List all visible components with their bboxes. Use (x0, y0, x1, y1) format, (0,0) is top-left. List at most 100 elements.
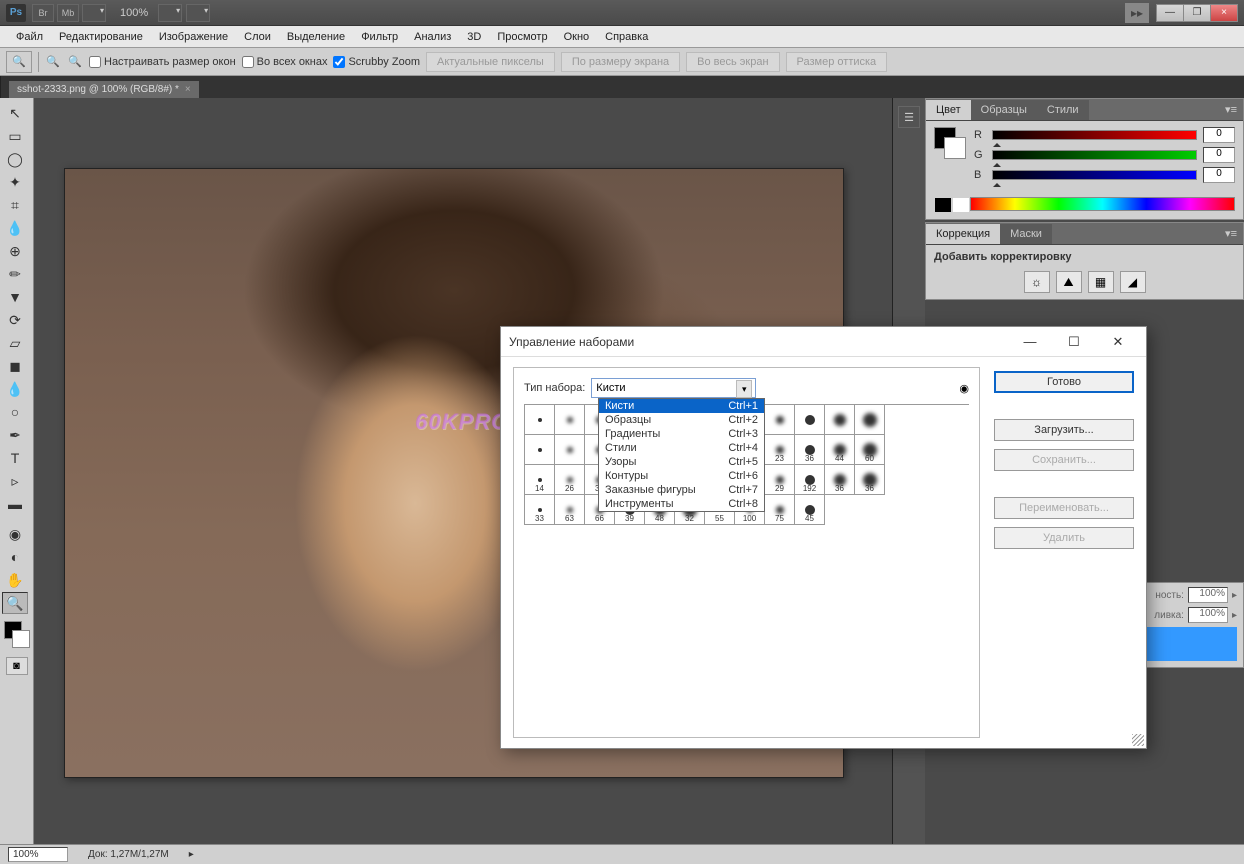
heal-tool[interactable]: ⊕ (2, 240, 28, 262)
tab-styles[interactable]: Стили (1037, 100, 1089, 120)
pen-tool[interactable]: ✒ (2, 424, 28, 446)
status-zoom-input[interactable]: 100% (8, 847, 68, 862)
type-tool[interactable]: T (2, 447, 28, 469)
dropdown-item-contours[interactable]: КонтурыCtrl+6 (599, 469, 764, 483)
menu-filter[interactable]: Фильтр (353, 28, 406, 46)
tab-swatches[interactable]: Образцы (971, 100, 1037, 120)
brush-preset[interactable] (525, 435, 555, 465)
brush-preset[interactable] (525, 405, 555, 435)
brush-preset[interactable]: 23 (765, 435, 795, 465)
print-size-button[interactable]: Размер оттиска (786, 52, 888, 72)
brush-preset[interactable]: 192 (795, 465, 825, 495)
actual-pixels-button[interactable]: Актуальные пикселы (426, 52, 555, 72)
maximize-button[interactable]: ❐ (1183, 4, 1211, 22)
menu-3d[interactable]: 3D (459, 28, 489, 46)
menu-edit[interactable]: Редактирование (51, 28, 151, 46)
menu-layers[interactable]: Слои (236, 28, 279, 46)
g-value-input[interactable]: 0 (1203, 147, 1235, 163)
menu-help[interactable]: Справка (597, 28, 656, 46)
brightness-icon[interactable]: ☼ (1024, 271, 1050, 293)
dialog-maximize-button[interactable]: ☐ (1054, 329, 1094, 355)
zoom-in-icon[interactable]: 🔍 (45, 53, 61, 71)
shape-tool[interactable]: ▬ (2, 493, 28, 515)
panel-menu-icon[interactable]: ▾≡ (1219, 103, 1243, 116)
brush-preset[interactable] (795, 405, 825, 435)
menu-window[interactable]: Окно (556, 28, 598, 46)
background-color-swatch[interactable] (12, 630, 30, 648)
brush-preset[interactable]: 29 (765, 465, 795, 495)
dropdown-item-swatches[interactable]: ОбразцыCtrl+2 (599, 413, 764, 427)
zoom-tool[interactable]: 🔍 (2, 592, 28, 614)
brush-preset[interactable]: 36 (855, 465, 885, 495)
dodge-tool[interactable]: ○ (2, 401, 28, 423)
marquee-tool[interactable]: ▭ (2, 125, 28, 147)
menu-image[interactable]: Изображение (151, 28, 236, 46)
lasso-tool[interactable]: ◯ (2, 148, 28, 170)
brush-preset[interactable] (765, 405, 795, 435)
dropdown-item-shapes[interactable]: Заказные фигурыCtrl+7 (599, 483, 764, 497)
levels-icon[interactable]: ⛰ (1056, 271, 1082, 293)
brush-preset[interactable]: 44 (825, 435, 855, 465)
brush-preset[interactable] (855, 405, 885, 435)
dropdown-item-brushes[interactable]: КистиCtrl+1 (599, 399, 764, 413)
scrubby-zoom-checkbox[interactable]: Scrubby Zoom (333, 56, 420, 68)
color-swatch-pair[interactable] (934, 127, 966, 159)
brush-tool[interactable]: ✏ (2, 263, 28, 285)
g-slider[interactable] (992, 150, 1197, 160)
eyedropper-tool[interactable]: 💧 (2, 217, 28, 239)
delete-button[interactable]: Удалить (994, 527, 1134, 549)
close-tab-icon[interactable]: × (185, 84, 191, 95)
eraser-tool[interactable]: ▱ (2, 332, 28, 354)
brush-preset[interactable] (555, 405, 585, 435)
load-button[interactable]: Загрузить... (994, 419, 1134, 441)
hand-tool[interactable]: ✋ (2, 569, 28, 591)
dropdown-item-styles[interactable]: СтилиCtrl+4 (599, 441, 764, 455)
brush-preset[interactable]: 60 (855, 435, 885, 465)
brush-preset[interactable]: 45 (795, 495, 825, 525)
stamp-tool[interactable]: ▼ (2, 286, 28, 308)
brush-preset[interactable]: 36 (795, 435, 825, 465)
minimize-button[interactable]: — (1156, 4, 1184, 22)
brush-preset[interactable]: 36 (825, 465, 855, 495)
document-tab[interactable]: sshot-2333.png @ 100% (RGB/8#) * × (9, 81, 199, 98)
b-slider[interactable] (992, 170, 1197, 180)
quick-mask-button[interactable]: ◙ (6, 657, 28, 675)
dialog-titlebar[interactable]: Управление наборами — ☐ ✕ (501, 327, 1146, 357)
history-brush-tool[interactable]: ⟳ (2, 309, 28, 331)
view-dropdown[interactable] (186, 4, 210, 22)
zoom-out-icon[interactable]: 🔍 (67, 53, 83, 71)
zoom-tool-icon[interactable]: 🔍 (6, 51, 32, 73)
gradient-tool[interactable]: ◼ (2, 355, 28, 377)
tab-correction[interactable]: Коррекция (926, 224, 1000, 244)
brush-preset[interactable] (825, 405, 855, 435)
dialog-close-button[interactable]: ✕ (1098, 329, 1138, 355)
path-tool[interactable]: ▹ (2, 470, 28, 492)
arrange-dropdown[interactable] (158, 4, 182, 22)
exposure-icon[interactable]: ◢ (1120, 271, 1146, 293)
menu-select[interactable]: Выделение (279, 28, 353, 46)
blur-tool[interactable]: 💧 (2, 378, 28, 400)
all-windows-checkbox[interactable]: Во всех окнах (242, 56, 328, 68)
move-tool[interactable]: ↖ (2, 102, 28, 124)
done-button[interactable]: Готово (994, 371, 1134, 393)
r-slider[interactable] (992, 130, 1197, 140)
rename-button[interactable]: Переименовать... (994, 497, 1134, 519)
brush-preset[interactable]: 75 (765, 495, 795, 525)
3d-camera-tool[interactable]: ◐ (2, 546, 28, 568)
close-button[interactable]: × (1210, 4, 1238, 22)
dropdown-item-gradients[interactable]: ГрадиентыCtrl+3 (599, 427, 764, 441)
save-button[interactable]: Сохранить... (994, 449, 1134, 471)
opacity-input[interactable]: 100% (1188, 587, 1228, 603)
crop-tool[interactable]: ⌗ (2, 194, 28, 216)
dropdown-item-patterns[interactable]: УзорыCtrl+5 (599, 455, 764, 469)
tab-color[interactable]: Цвет (926, 100, 971, 120)
bridge-button[interactable]: Br (32, 4, 54, 22)
menu-view[interactable]: Просмотр (489, 28, 555, 46)
panel-menu-icon[interactable]: ▾≡ (1219, 227, 1243, 240)
tab-masks[interactable]: Маски (1000, 224, 1052, 244)
b-value-input[interactable]: 0 (1203, 167, 1235, 183)
collapse-panels-button[interactable]: ▸▸ (1125, 3, 1149, 23)
minibridge-button[interactable]: Mb (57, 4, 79, 22)
r-value-input[interactable]: 0 (1203, 127, 1235, 143)
brush-preset[interactable]: 14 (525, 465, 555, 495)
